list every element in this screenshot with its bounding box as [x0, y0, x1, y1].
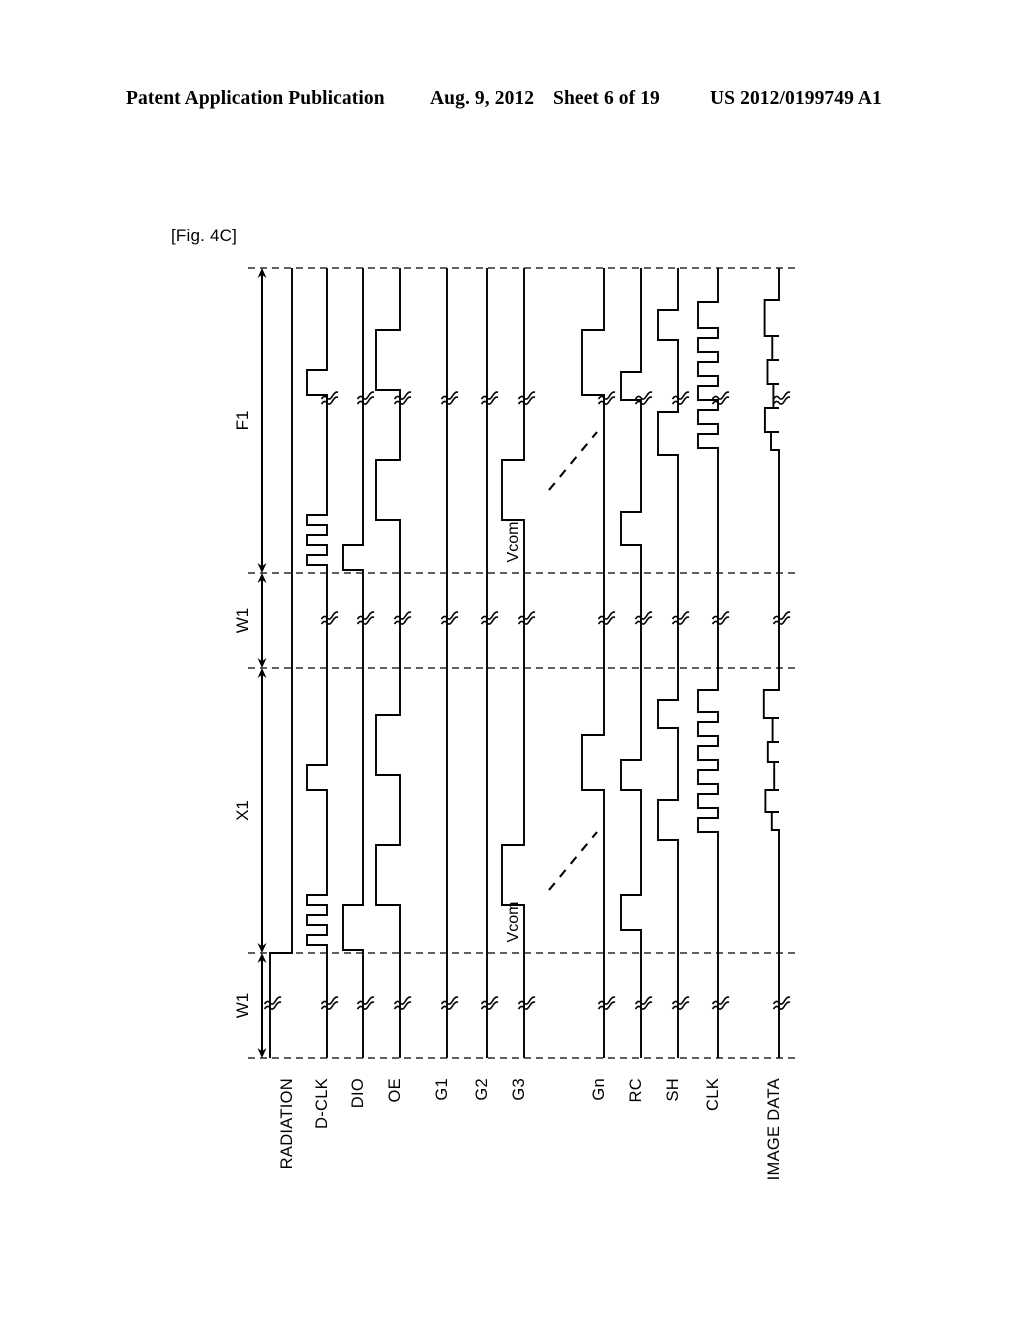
signal-label-oe: OE: [386, 1078, 404, 1102]
period-label-w1-2: W1: [233, 608, 252, 634]
waveform-dio: [342, 268, 364, 1058]
period-label-f1-3: F1: [233, 411, 252, 431]
waveform-gn: [581, 268, 605, 1058]
signal-label-image-data: IMAGE DATA: [765, 1078, 783, 1180]
period-label-w1-0: W1: [233, 993, 252, 1019]
period-axis-w1-0: [257, 953, 267, 1058]
signal-label-clk: CLK: [704, 1078, 722, 1111]
waveform-path: [762, 268, 780, 1058]
waveform-radiation: [269, 268, 293, 1058]
waveform-path: [375, 268, 401, 1058]
waveforms-group: [269, 268, 780, 1058]
waveform-d-clk: [306, 268, 328, 1058]
period-axis-x1-1: [257, 668, 267, 953]
waveform-path: [342, 268, 364, 1058]
signal-label-dio: DIO: [349, 1078, 367, 1108]
signal-label-gn: Gn: [590, 1078, 608, 1101]
signal-label-radiation: RADIATION: [278, 1078, 296, 1169]
signal-label-dclk: D-CLK: [313, 1078, 331, 1129]
signal-label-g1: G1: [433, 1078, 451, 1101]
period-axis-group: [257, 268, 267, 1058]
period-axis-w1-2: [257, 573, 267, 668]
signal-label-g2: G2: [473, 1078, 491, 1101]
gate-ellipsis-line-0: [548, 431, 598, 491]
signal-label-rc: RC: [627, 1078, 645, 1102]
waveform-path: [657, 268, 679, 1058]
annotation-vcom-0: Vcom: [505, 522, 522, 563]
waveform-path: [306, 268, 328, 1058]
waveform-clk: [697, 268, 719, 1058]
waveform-oe: [375, 268, 401, 1058]
waveform-rc: [620, 268, 642, 1058]
signal-label-sh: SH: [664, 1078, 682, 1102]
timing-diagram: Vcom Vcom RADIATION D-CLK DIO OE G1 G2 G3 Gn RC SH…: [0, 0, 1024, 1320]
period-label-x1-1: X1: [233, 800, 252, 821]
annotations-group: Vcom Vcom: [505, 431, 598, 943]
signal-labels-group: RADIATION D-CLK DIO OE G1 G2 G3 Gn RC SH CLK IMAGE …: [278, 1078, 783, 1180]
period-labels-group: W1 X1 W1 F1: [233, 411, 252, 1019]
waveform-path: [697, 268, 719, 1058]
waveform-path: [581, 268, 605, 1058]
timing-diagram-svg: Vcom Vcom RADIATION D-CLK DIO OE G1 G2 G3 Gn RC SH…: [233, 267, 800, 1180]
waveform-sh: [657, 268, 679, 1058]
annotation-vcom-1: Vcom: [505, 902, 522, 943]
period-axis-f1-3: [257, 268, 267, 573]
gate-ellipsis-line-1: [548, 831, 598, 891]
waveform-path: [620, 268, 642, 1058]
waveform-path: [269, 268, 293, 1058]
signal-label-g3: G3: [510, 1078, 528, 1101]
waveform-image-data: [762, 268, 780, 1058]
